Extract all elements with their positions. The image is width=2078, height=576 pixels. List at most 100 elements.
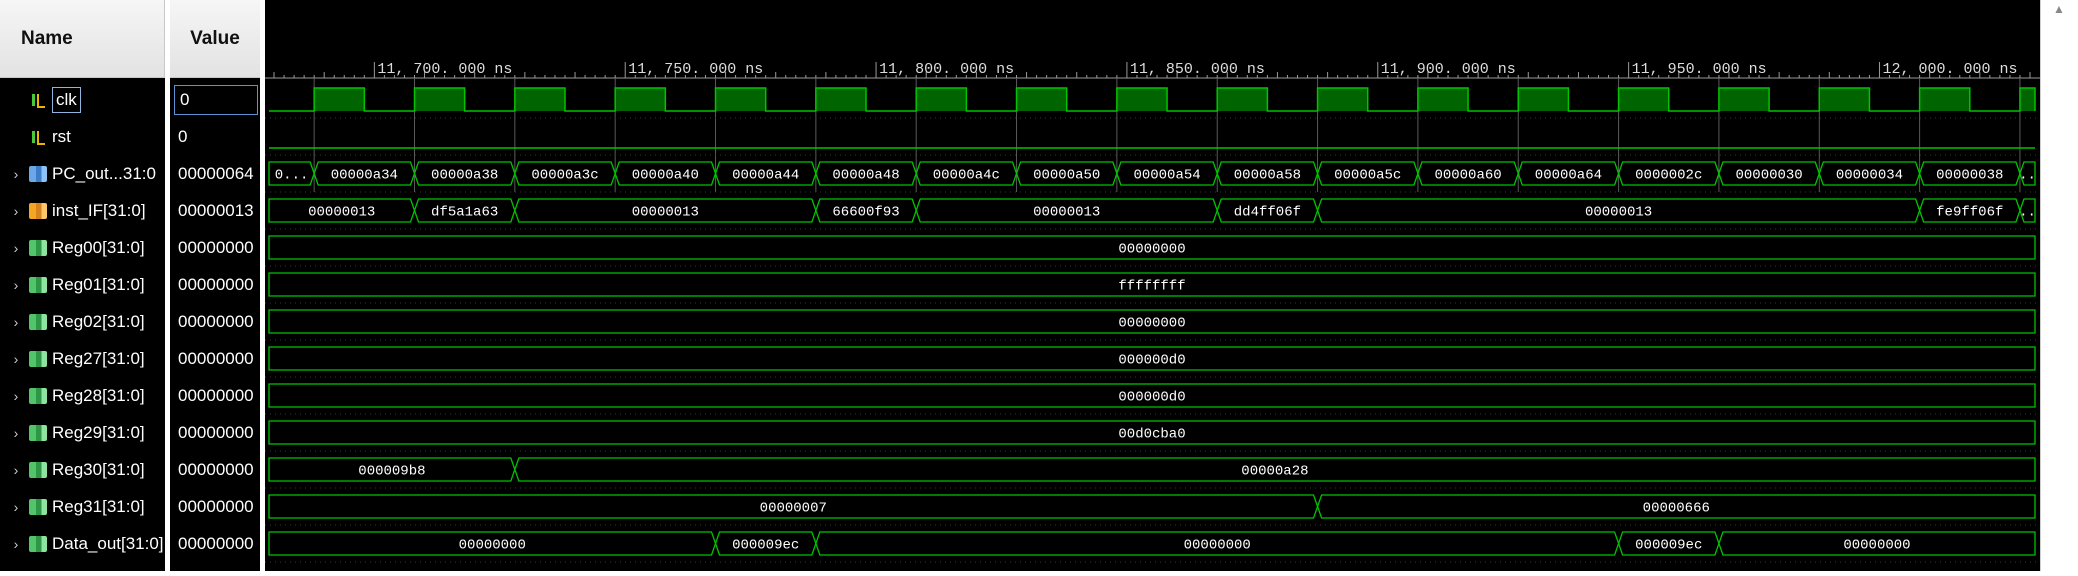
bus-value-label: 00000666 xyxy=(1643,501,1710,517)
signal-value: 00000000 xyxy=(178,459,254,479)
bus-value-label: 000009ec xyxy=(732,538,799,554)
signal-value-cell[interactable]: 00000000 xyxy=(170,451,260,488)
name-column-header[interactable]: Name xyxy=(0,0,165,78)
expand-chevron-icon[interactable]: › xyxy=(9,240,23,256)
bus-value-label: 000009ec xyxy=(1635,538,1702,554)
bus-signal-icon xyxy=(29,276,47,293)
expand-chevron-icon[interactable]: › xyxy=(9,351,23,367)
signal-name: Data_out[31:0] xyxy=(52,533,164,553)
signal-row[interactable]: › Data_out[31:0] xyxy=(0,525,165,562)
signal-value-cell[interactable]: 00000000 xyxy=(170,377,260,414)
signal-name: inst_IF[31:0] xyxy=(52,200,146,220)
ruler-label: 11, 950. 000 ns xyxy=(1632,61,1767,78)
signal-value-cell[interactable]: 00000000 xyxy=(170,414,260,451)
bus-value-label: 00000013 xyxy=(308,205,375,221)
signal-row[interactable]: clk xyxy=(0,81,165,118)
clock-high-pulse xyxy=(916,88,967,111)
expand-chevron-icon[interactable]: › xyxy=(9,388,23,404)
signal-row[interactable]: › Reg00[31:0] xyxy=(0,229,165,266)
bus-value-label: 00000a3c xyxy=(531,168,598,184)
signal-name: Reg27[31:0] xyxy=(52,348,145,368)
signal-value: 00000000 xyxy=(178,496,254,516)
bus-value-label: 00d0cba0 xyxy=(1118,427,1185,443)
expand-chevron-icon[interactable]: › xyxy=(9,499,23,515)
signal-name: Reg30[31:0] xyxy=(52,459,145,479)
signal-value-cell[interactable]: 00000013 xyxy=(170,192,260,229)
bus-value-label: 00000a64 xyxy=(1535,168,1602,184)
expand-chevron-icon[interactable]: › xyxy=(9,203,23,219)
expand-chevron-icon[interactable]: › xyxy=(9,277,23,293)
bus-signal-icon xyxy=(29,498,47,515)
signal-value-cell[interactable]: 00000000 xyxy=(170,488,260,525)
signal-name: Reg01[31:0] xyxy=(52,274,145,294)
clock-high-pulse xyxy=(1317,88,1368,111)
ruler-label: 12, 000. 000 ns xyxy=(1882,61,2017,78)
clock-high-pulse xyxy=(715,88,766,111)
expand-chevron-icon[interactable]: › xyxy=(9,425,23,441)
signal-row[interactable]: › Reg31[31:0] xyxy=(0,488,165,525)
clock-high-pulse xyxy=(1217,88,1268,111)
signal-name: Reg31[31:0] xyxy=(52,496,145,516)
bus-value-label: 000000d0 xyxy=(1118,390,1185,406)
bus-signal-icon xyxy=(29,313,47,330)
signal-value-cell[interactable]: 00000000 xyxy=(170,229,260,266)
bus-signal-icon xyxy=(29,350,47,367)
signal-row[interactable]: › Reg30[31:0] xyxy=(0,451,165,488)
waveform-viewer[interactable]: 11, 700. 000 ns 11, 750. 000 ns 11, 800. 0… xyxy=(265,0,2040,571)
bus-value-label: 00000a5c xyxy=(1334,168,1401,184)
signal-value: 0 xyxy=(174,84,258,115)
clock-high-pulse xyxy=(2019,88,2035,111)
signal-row[interactable]: › PC_out...31:0 xyxy=(0,155,165,192)
signal-row[interactable]: › Reg29[31:0] xyxy=(0,414,165,451)
bus-value-label: 00000000 xyxy=(1843,538,1910,554)
signal-name: Reg29[31:0] xyxy=(52,422,145,442)
vertical-scrollbar[interactable]: ▲ xyxy=(2040,0,2078,571)
input-port-icon xyxy=(29,92,47,108)
signal-value-cell[interactable]: 00000000 xyxy=(170,525,260,562)
clock-high-pulse xyxy=(1016,88,1067,111)
bus-value-label: 66600f93 xyxy=(832,205,899,221)
bus-value-label: 000009b8 xyxy=(358,464,425,480)
signal-value-cell[interactable]: 00000000 xyxy=(170,340,260,377)
signal-value-cell[interactable]: 00000000 xyxy=(170,266,260,303)
bus-value-label: 00000a38 xyxy=(431,168,498,184)
clock-high-pulse xyxy=(1518,88,1569,111)
bus-value-label: 00000a50 xyxy=(1033,168,1100,184)
expand-chevron-icon[interactable]: › xyxy=(9,462,23,478)
scroll-up-icon[interactable]: ▲ xyxy=(2053,2,2065,16)
signal-row[interactable]: › Reg01[31:0] xyxy=(0,266,165,303)
clock-high-pulse xyxy=(514,88,566,111)
bus-value-label: 00000a34 xyxy=(331,168,398,184)
clock-high-pulse xyxy=(815,88,867,111)
ruler-label: 11, 800. 000 ns xyxy=(879,61,1014,78)
waveform-canvas[interactable]: 11, 700. 000 ns 11, 750. 000 ns 11, 800. 0… xyxy=(265,0,2040,571)
bus-value-label: 00000007 xyxy=(760,501,827,517)
signal-value: 00000000 xyxy=(178,348,254,368)
signal-value-cell[interactable]: 00000064 xyxy=(170,155,260,192)
expand-chevron-icon[interactable]: › xyxy=(9,166,23,182)
signal-row[interactable]: › Reg02[31:0] xyxy=(0,303,165,340)
bus-value-label: 00000a4c xyxy=(933,168,1000,184)
bus-value-label: 00000030 xyxy=(1735,168,1802,184)
bus-value-label: 00000a54 xyxy=(1133,168,1200,184)
signal-value: 00000000 xyxy=(178,237,254,257)
signal-value: 0 xyxy=(178,126,188,146)
value-column-header[interactable]: Value xyxy=(170,0,260,78)
signal-value: 00000013 xyxy=(178,200,254,220)
ruler-label: 11, 900. 000 ns xyxy=(1381,61,1516,78)
signal-value: 00000000 xyxy=(178,422,254,442)
bus-value-label: 00000013 xyxy=(632,205,699,221)
signal-row[interactable]: › Reg27[31:0] xyxy=(0,340,165,377)
clock-high-pulse xyxy=(1417,88,1469,111)
expand-chevron-icon[interactable]: › xyxy=(9,536,23,552)
bus-signal-icon xyxy=(29,424,47,441)
signal-row[interactable]: rst xyxy=(0,118,165,155)
signal-row[interactable]: › Reg28[31:0] xyxy=(0,377,165,414)
clock-high-pulse xyxy=(1819,88,1870,111)
signal-row[interactable]: › inst_IF[31:0] xyxy=(0,192,165,229)
signal-value-cell[interactable]: 0 xyxy=(170,81,260,118)
signal-value-cell[interactable]: 0 xyxy=(170,118,260,155)
signal-name-panel: Name clk rst › PC_out...31:0 › inst_IF[31:0] ›… xyxy=(0,0,165,571)
signal-value-cell[interactable]: 00000000 xyxy=(170,303,260,340)
expand-chevron-icon[interactable]: › xyxy=(9,314,23,330)
